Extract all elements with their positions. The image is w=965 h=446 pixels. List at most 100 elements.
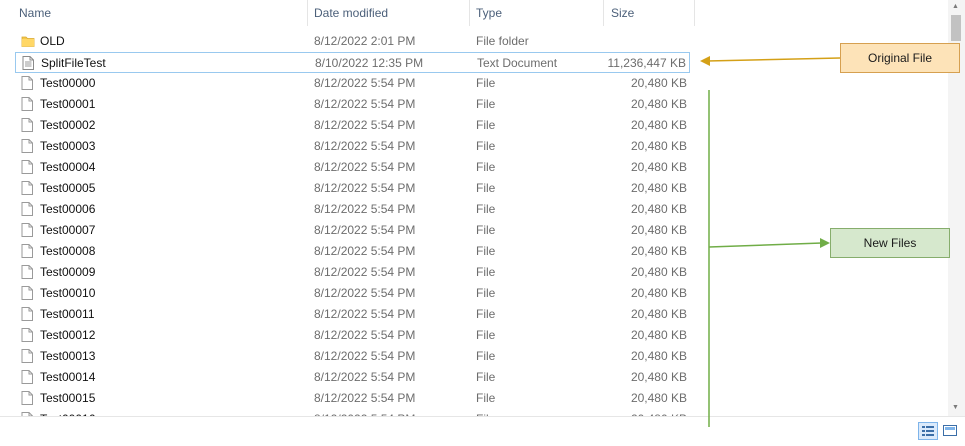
file-size: 20,480 KB bbox=[630, 286, 687, 300]
file-type: File bbox=[476, 160, 496, 174]
file-size: 20,480 KB bbox=[630, 265, 687, 279]
file-row[interactable]: Test00003 8/12/2022 5:54 PM File 20,480 KB bbox=[15, 136, 690, 157]
file-row[interactable]: Test00008 8/12/2022 5:54 PM File 20,480 KB bbox=[15, 241, 690, 262]
file-date-modified: 8/12/2022 5:54 PM bbox=[314, 409, 415, 416]
file-type: File bbox=[476, 370, 496, 384]
file-size: 20,480 KB bbox=[630, 328, 687, 342]
file-size: 20,480 KB bbox=[630, 181, 687, 195]
sort-ascending-icon: ⌃ bbox=[155, 0, 163, 4]
large-icons-view-button[interactable] bbox=[941, 422, 961, 440]
file-row[interactable]: OLD 8/12/2022 2:01 PM File folder bbox=[15, 31, 690, 52]
column-header-size[interactable]: Size bbox=[611, 0, 634, 26]
file-date-modified: 8/12/2022 5:54 PM bbox=[314, 391, 416, 405]
column-divider[interactable] bbox=[307, 0, 308, 26]
file-size: 11,236,447 KB bbox=[607, 56, 686, 70]
new-files-callout: New Files bbox=[830, 228, 950, 258]
file-row[interactable]: Test00016 8/12/2022 5:54 PM File 20,480 KB bbox=[15, 409, 690, 416]
details-view-button[interactable] bbox=[918, 422, 938, 440]
column-header-name[interactable]: Name bbox=[19, 0, 51, 26]
file-size: 20,480 KB bbox=[630, 223, 687, 237]
file-size: 20,480 KB bbox=[630, 202, 687, 216]
file-icon bbox=[21, 391, 33, 405]
file-icon bbox=[21, 286, 33, 300]
file-date-modified: 8/12/2022 5:54 PM bbox=[314, 328, 416, 342]
file-row[interactable]: Test00006 8/12/2022 5:54 PM File 20,480 KB bbox=[15, 199, 690, 220]
status-bar bbox=[0, 416, 965, 446]
file-row[interactable]: Test00014 8/12/2022 5:54 PM File 20,480 KB bbox=[15, 367, 690, 388]
large-icons-view-icon bbox=[943, 425, 957, 436]
original-file-callout: Original File bbox=[840, 43, 960, 73]
file-date-modified: 8/12/2022 5:54 PM bbox=[314, 97, 416, 111]
file-type: File bbox=[476, 97, 496, 111]
file-date-modified: 8/12/2022 5:54 PM bbox=[314, 349, 416, 363]
file-type: File bbox=[476, 265, 496, 279]
file-icon bbox=[21, 139, 33, 153]
file-name: Test00011 bbox=[40, 307, 95, 321]
file-type: File bbox=[476, 409, 495, 416]
scroll-down-icon[interactable]: ▼ bbox=[952, 404, 959, 411]
scroll-up-icon[interactable]: ▲ bbox=[952, 3, 959, 10]
scrollbar-thumb[interactable] bbox=[951, 15, 961, 41]
file-row[interactable]: Test00005 8/12/2022 5:54 PM File 20,480 KB bbox=[15, 178, 690, 199]
file-icon bbox=[21, 307, 33, 321]
original-file-arrow-line bbox=[706, 57, 841, 62]
file-name: Test00002 bbox=[40, 118, 96, 132]
column-header-date-modified[interactable]: Date modified bbox=[314, 0, 388, 26]
file-row[interactable]: Test00015 8/12/2022 5:54 PM File 20,480 KB bbox=[15, 388, 690, 409]
file-icon bbox=[21, 349, 33, 363]
file-size: 20,480 KB bbox=[630, 349, 687, 363]
file-list: OLD 8/12/2022 2:01 PM File folder SplitFile… bbox=[0, 31, 700, 416]
file-row[interactable]: Test00011 8/12/2022 5:54 PM File 20,480 KB bbox=[15, 304, 690, 325]
file-row[interactable]: Test00002 8/12/2022 5:54 PM File 20,480 KB bbox=[15, 115, 690, 136]
file-icon bbox=[21, 202, 33, 216]
file-row[interactable]: Test00013 8/12/2022 5:54 PM File 20,480 KB bbox=[15, 346, 690, 367]
file-icon bbox=[21, 76, 33, 90]
file-row[interactable]: SplitFileTest 8/10/2022 12:35 PM Text Docu… bbox=[15, 52, 690, 73]
file-size: 20,480 KB bbox=[630, 370, 687, 384]
file-name: Test00012 bbox=[40, 328, 96, 342]
file-row[interactable]: Test00000 8/12/2022 5:54 PM File 20,480 KB bbox=[15, 73, 690, 94]
file-name: Test00016 bbox=[40, 409, 95, 416]
file-row[interactable]: Test00004 8/12/2022 5:54 PM File 20,480 KB bbox=[15, 157, 690, 178]
file-name: Test00003 bbox=[40, 139, 96, 153]
file-type: File bbox=[476, 139, 496, 153]
folder-icon bbox=[21, 34, 35, 48]
file-name: Test00000 bbox=[40, 76, 96, 90]
file-name: Test00008 bbox=[40, 244, 96, 258]
file-type: File bbox=[476, 181, 496, 195]
file-icon bbox=[21, 181, 33, 195]
column-header-type[interactable]: Type bbox=[476, 0, 502, 26]
file-date-modified: 8/12/2022 5:54 PM bbox=[314, 160, 416, 174]
file-row[interactable]: Test00012 8/12/2022 5:54 PM File 20,480 KB bbox=[15, 325, 690, 346]
file-name: Test00004 bbox=[40, 160, 96, 174]
file-row[interactable]: Test00007 8/12/2022 5:54 PM File 20,480 KB bbox=[15, 220, 690, 241]
column-header-bar: Name ⌃ Date modified Type Size bbox=[0, 0, 948, 26]
file-name: Test00001 bbox=[40, 97, 96, 111]
file-name: Test00014 bbox=[40, 370, 96, 384]
file-name: Test00010 bbox=[40, 286, 96, 300]
file-name: Test00013 bbox=[40, 349, 96, 363]
file-date-modified: 8/12/2022 5:54 PM bbox=[314, 223, 416, 237]
file-date-modified: 8/12/2022 2:01 PM bbox=[314, 34, 416, 48]
file-type: File folder bbox=[476, 34, 529, 48]
file-icon bbox=[21, 265, 33, 279]
file-date-modified: 8/12/2022 5:54 PM bbox=[314, 244, 416, 258]
file-row[interactable]: Test00001 8/12/2022 5:54 PM File 20,480 KB bbox=[15, 94, 690, 115]
file-name: SplitFileTest bbox=[41, 56, 106, 70]
new-files-arrow-line bbox=[708, 242, 823, 248]
column-divider[interactable] bbox=[694, 0, 695, 26]
file-type: Text Document bbox=[477, 56, 558, 70]
details-view-icon bbox=[922, 426, 934, 436]
file-date-modified: 8/12/2022 5:54 PM bbox=[314, 76, 416, 90]
file-row[interactable]: Test00009 8/12/2022 5:54 PM File 20,480 KB bbox=[15, 262, 690, 283]
column-divider[interactable] bbox=[603, 0, 604, 26]
file-size: 20,480 KB bbox=[630, 139, 687, 153]
column-divider[interactable] bbox=[469, 0, 470, 26]
file-row[interactable]: Test00010 8/12/2022 5:54 PM File 20,480 KB bbox=[15, 283, 690, 304]
file-type: File bbox=[476, 76, 496, 90]
file-date-modified: 8/12/2022 5:54 PM bbox=[314, 202, 416, 216]
file-type: File bbox=[476, 202, 496, 216]
file-icon bbox=[21, 160, 33, 174]
file-size: 20,480 KB bbox=[630, 118, 687, 132]
text-document-icon bbox=[22, 56, 34, 70]
